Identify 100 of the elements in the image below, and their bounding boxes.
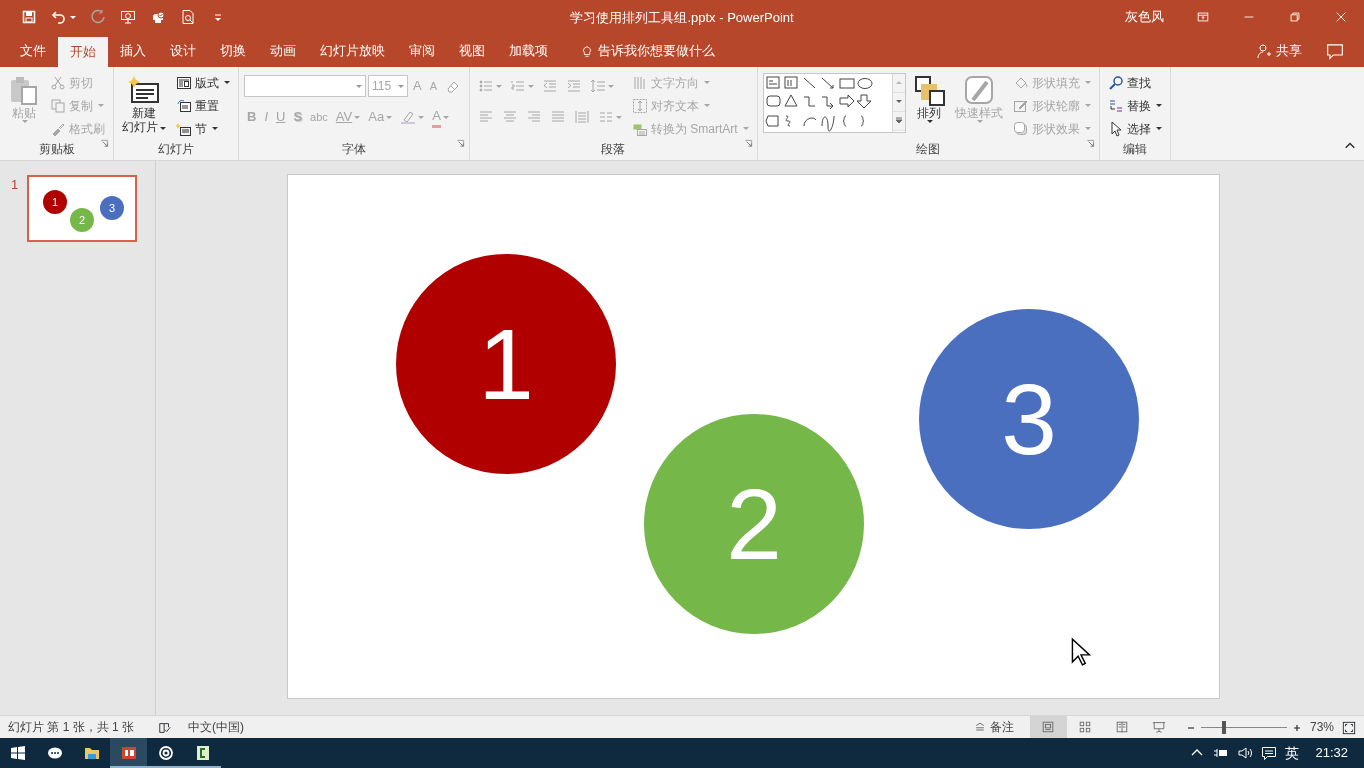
- user-name: 灰色风: [1125, 8, 1164, 27]
- undo-icon: [51, 9, 67, 25]
- ribbon-button[interactable]: 查找: [1104, 71, 1165, 94]
- caret-icon: [704, 104, 710, 107]
- caret-icon: [496, 84, 502, 88]
- ribbon-button[interactable]: 版式: [173, 71, 233, 94]
- windows-logo-icon: [10, 745, 26, 761]
- bullet-list-icon: [478, 78, 494, 94]
- grid-view-icon: [1078, 720, 1093, 734]
- caret-icon: [616, 115, 622, 119]
- align-text-icon: [632, 97, 648, 114]
- action-center-button[interactable]: [1261, 745, 1278, 761]
- columns-icon: [598, 109, 614, 125]
- caret-icon: [442, 115, 449, 119]
- launcher-icon: [100, 139, 109, 149]
- ribbon-tab[interactable]: 加载项: [497, 34, 560, 67]
- ribbon-display-icon: [1196, 10, 1210, 24]
- highlighter-icon: [400, 109, 417, 125]
- language-label: 中文(中国): [188, 719, 245, 736]
- notes-icon: [973, 721, 986, 733]
- close-icon: [1334, 10, 1348, 24]
- person-icon: [1256, 42, 1272, 59]
- group-label: 幻灯片: [157, 141, 195, 158]
- indent-icon: [566, 78, 582, 94]
- ribbon-tab[interactable]: 文件: [8, 34, 58, 67]
- caret-icon: [354, 115, 361, 119]
- ribbon-button[interactable]: 排列: [909, 71, 948, 126]
- copy-icon: [50, 97, 66, 114]
- align-right-icon: [526, 109, 542, 125]
- ribbon-tab[interactable]: 插入: [108, 34, 158, 67]
- quick-styles-icon: [962, 74, 995, 106]
- notification-icon: [1261, 745, 1278, 761]
- caret-icon: [742, 127, 749, 130]
- print-preview-icon: [180, 9, 196, 25]
- caret-icon: [976, 120, 983, 124]
- redo-icon: [90, 9, 106, 25]
- circle-shape: 2: [70, 208, 94, 232]
- caret-icon: [160, 126, 166, 130]
- ribbon-tab[interactable]: 幻灯片放映: [308, 34, 397, 67]
- scissors-icon: [50, 74, 66, 91]
- circle-shape[interactable]: 1: [396, 254, 616, 474]
- replace-icon: [1107, 97, 1124, 114]
- effects-icon: [1012, 120, 1029, 137]
- clock: 21:32: [1315, 744, 1348, 763]
- target-icon: [157, 745, 174, 761]
- speech-bubble-icon: [1326, 42, 1344, 61]
- clipboard-icon: [8, 74, 40, 106]
- circle-shape: 1: [43, 190, 67, 214]
- ribbon-button[interactable]: 选择: [1104, 117, 1165, 140]
- group-label: 段落: [600, 141, 627, 158]
- circle-shape: 3: [100, 196, 124, 220]
- taskbar-app[interactable]: [110, 738, 147, 768]
- launcher-icon: [743, 139, 753, 149]
- group-label: 剪贴板: [37, 141, 76, 158]
- share-button[interactable]: 共享: [1244, 34, 1314, 67]
- caret-icon: [212, 127, 218, 130]
- caret-icon: [1155, 127, 1162, 130]
- ribbon-tab[interactable]: 切换: [208, 34, 258, 67]
- input-method-button[interactable]: 英: [1285, 742, 1300, 764]
- caret-icon: [608, 84, 614, 88]
- caret-icon: [1155, 104, 1162, 107]
- launcher-icon: [1085, 139, 1095, 149]
- app-icon: [194, 745, 211, 761]
- ribbon-button[interactable]: 节: [173, 117, 233, 140]
- notes-button[interactable]: 备注: [973, 718, 1014, 736]
- reset-icon: [176, 97, 192, 114]
- caret-icon: [70, 15, 76, 19]
- ribbon-tab[interactable]: 开始: [58, 37, 108, 67]
- speech-bubble-icon: [46, 745, 63, 761]
- caret-icon: [528, 84, 534, 88]
- ribbon-button[interactable]: 替换: [1104, 94, 1165, 117]
- presentation-app-icon: [120, 745, 137, 761]
- save-icon: [21, 9, 37, 25]
- ribbon-tab[interactable]: 设计: [158, 34, 208, 67]
- distribute-icon: [574, 109, 590, 125]
- slide-number: 1: [11, 176, 20, 194]
- volume-button[interactable]: [1237, 745, 1254, 761]
- projector-icon: [120, 9, 136, 25]
- slider-thumb[interactable]: [1222, 720, 1227, 734]
- view-button[interactable]: [1029, 716, 1067, 738]
- ribbon-tab[interactable]: 动画: [258, 34, 308, 67]
- gallery-scroll-down-button[interactable]: [892, 93, 905, 112]
- ribbon-tab[interactable]: 审阅: [397, 34, 447, 67]
- launcher-icon: [456, 139, 465, 149]
- caret-icon: [98, 104, 104, 107]
- tell-me-field[interactable]: 告诉我你想要做什么: [568, 34, 727, 67]
- numbered-list-icon: [510, 78, 526, 94]
- zoom-level: 73%: [1309, 719, 1334, 736]
- search-icon: [1107, 74, 1124, 91]
- layout-icon: [176, 74, 192, 91]
- gallery-expand-button[interactable]: [892, 112, 905, 131]
- slide-thumbnail[interactable]: 1 2 3: [27, 175, 137, 242]
- caret-icon: [704, 81, 710, 84]
- circle-shape[interactable]: 3: [919, 309, 1139, 529]
- window-title: 学习使用排列工具组.pptx - PowerPoint: [570, 10, 794, 25]
- caret-icon: [22, 120, 28, 124]
- ribbon-button[interactable]: 重置: [173, 94, 233, 117]
- folder-icon: [83, 745, 100, 761]
- ribbon-button[interactable]: 新建 幻灯片: [119, 71, 169, 137]
- ribbon-tab[interactable]: 视图: [447, 34, 497, 67]
